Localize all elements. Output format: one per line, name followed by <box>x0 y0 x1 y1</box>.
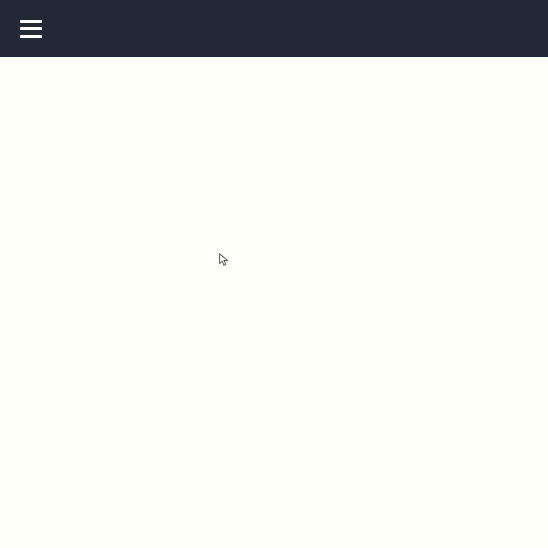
header-bar <box>0 0 548 57</box>
hamburger-line <box>20 20 42 23</box>
cursor-icon <box>218 252 230 271</box>
hamburger-icon[interactable] <box>20 20 42 38</box>
hamburger-line <box>20 35 42 38</box>
main-content <box>0 57 548 548</box>
hamburger-line <box>20 27 42 30</box>
